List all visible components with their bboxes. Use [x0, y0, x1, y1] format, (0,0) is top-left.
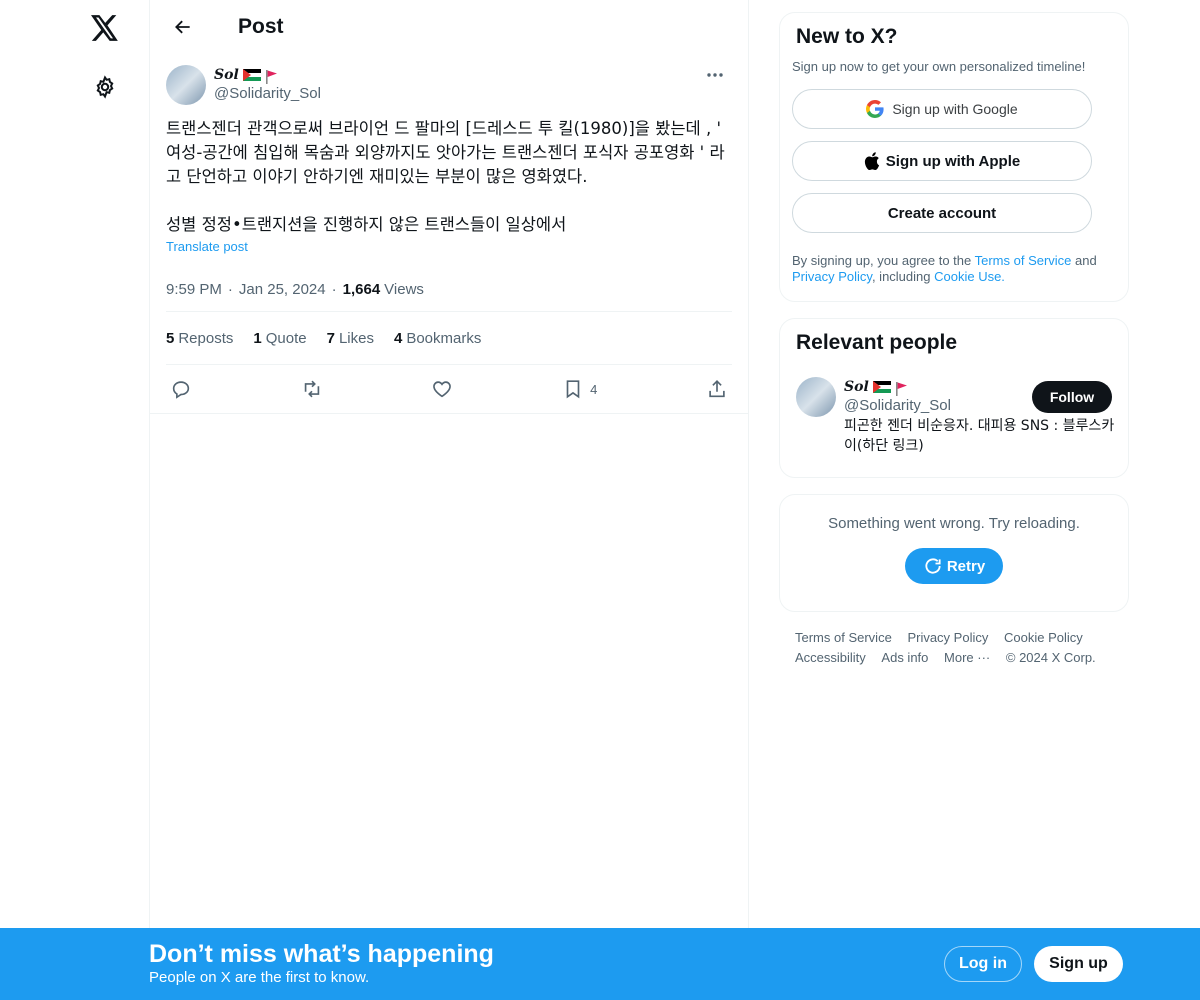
- login-button[interactable]: Log in: [944, 946, 1022, 982]
- post-paragraph-1: 트랜스젠더 관객으로써 브라이언 드 팔마의 [드레스드 투 킬(1980)]을…: [166, 119, 727, 186]
- signup-subtitle: Sign up now to get your own personalized…: [792, 59, 1086, 74]
- post-time[interactable]: 9:59 PM: [166, 281, 222, 298]
- signup-apple-button[interactable]: Sign up with Apple: [792, 141, 1092, 181]
- refresh-icon: [925, 558, 941, 574]
- x-logo-icon[interactable]: [87, 10, 123, 46]
- author-display-name[interactable]: Sol: [214, 65, 321, 85]
- divider: [150, 413, 748, 414]
- palestine-flag-icon: [872, 381, 891, 393]
- signup-google-button[interactable]: Sign up with Google: [792, 89, 1092, 129]
- share-button[interactable]: [706, 378, 728, 400]
- settings-gear-icon[interactable]: [87, 69, 123, 105]
- palestine-flag-icon: [242, 69, 261, 81]
- stat-count: 5: [166, 329, 175, 347]
- post-stats: 5 Reposts 1 Quote 7 Likes 4 Bookmarks: [166, 312, 732, 365]
- post-author-row: Sol @Solidarity_Sol: [166, 65, 732, 105]
- author-name-text: Sol: [214, 67, 239, 83]
- share-icon: [709, 380, 725, 398]
- translate-post-link[interactable]: Translate post: [166, 239, 732, 254]
- bookmark-count: 4: [590, 381, 598, 397]
- privacy-policy-link[interactable]: Privacy Policy: [792, 269, 872, 284]
- reply-icon: [172, 381, 190, 399]
- banner-title: Don’t miss what’s happening: [149, 940, 494, 968]
- avatar[interactable]: [796, 377, 836, 417]
- separator: ·: [227, 281, 233, 298]
- footer-terms-link[interactable]: Terms of Service: [795, 628, 892, 648]
- views-count: 1,664: [342, 281, 381, 298]
- bookmark-button[interactable]: 4: [562, 378, 597, 400]
- stat-count: 7: [326, 329, 335, 347]
- post: Sol @Solidarity_Sol 트랜스젠더 관객으로써 브라이언 드 팔…: [150, 53, 748, 413]
- reply-button[interactable]: [170, 378, 192, 400]
- cookie-use-link[interactable]: Cookie Use.: [934, 269, 1005, 284]
- person-name-text: Sol: [844, 379, 869, 395]
- trends-error-card: Something went wrong. Try reloading. Ret…: [779, 494, 1129, 612]
- separator: ·: [331, 281, 337, 298]
- post-meta: 9:59 PM · Jan 25, 2024 · 1,664 Views: [166, 268, 732, 312]
- terms-text: and: [1071, 253, 1097, 268]
- stat-label: Quote: [265, 329, 307, 347]
- stat-quotes[interactable]: 1 Quote: [253, 330, 306, 347]
- left-nav: [0, 0, 150, 1000]
- stat-label: Reposts: [178, 329, 234, 347]
- stat-label: Bookmarks: [406, 329, 482, 347]
- error-message: Something went wrong. Try reloading.: [828, 515, 1080, 532]
- create-account-button[interactable]: Create account: [792, 193, 1092, 233]
- stat-count: 4: [393, 329, 403, 347]
- post-date[interactable]: Jan 25, 2024: [239, 281, 326, 298]
- bookmark-icon: [566, 380, 580, 399]
- avatar[interactable]: [166, 65, 206, 105]
- red-flag-icon: [895, 381, 913, 396]
- stat-likes[interactable]: 7 Likes: [327, 330, 374, 347]
- post-actions: 4: [166, 365, 732, 413]
- signup-button[interactable]: Sign up: [1034, 946, 1123, 982]
- retry-button[interactable]: Retry: [905, 548, 1003, 584]
- footer-links: Terms of Service Privacy Policy Cookie P…: [795, 628, 1125, 668]
- signup-terms: By signing up, you agree to the Terms of…: [792, 253, 1112, 285]
- footer-cookie-link[interactable]: Cookie Policy: [1004, 628, 1083, 648]
- bottom-signup-banner: Don’t miss what’s happening People on X …: [0, 928, 1200, 1000]
- page-title: Post: [238, 14, 284, 38]
- views-label: Views: [384, 281, 424, 298]
- apple-button-label: Sign up with Apple: [885, 152, 1021, 170]
- stat-reposts[interactable]: 5 Reposts: [166, 330, 233, 347]
- repost-button[interactable]: [301, 378, 323, 400]
- footer-ads-info-link[interactable]: Ads info: [881, 648, 928, 668]
- stat-label: Likes: [338, 329, 374, 347]
- terms-text: , including: [871, 269, 935, 284]
- follow-button[interactable]: Follow: [1032, 381, 1112, 413]
- person-bio: 피곤한 젠더 비순응자. 대피용 SNS : 블루스카이(하단 링크): [844, 418, 1115, 454]
- back-arrow-icon[interactable]: [166, 10, 200, 44]
- footer-privacy-link[interactable]: Privacy Policy: [907, 628, 988, 648]
- apple-icon: [864, 152, 879, 170]
- signup-card: New to X? Sign up now to get your own pe…: [779, 12, 1129, 302]
- heart-icon: [433, 381, 452, 398]
- relevant-people-card: Relevant people Sol @Solidarity_Sol 피곤한 …: [779, 318, 1129, 478]
- post-paragraph-2: 성별 정정•트랜지션을 진행하지 않은 트랜스들이 일상에서: [166, 215, 567, 234]
- person-item[interactable]: Sol @Solidarity_Sol 피곤한 젠더 비순응자. 대피용 SNS…: [796, 377, 1114, 456]
- retry-label: Retry: [946, 557, 986, 575]
- footer-copyright: © 2024 X Corp.: [1005, 650, 1096, 665]
- google-button-label: Sign up with Google: [892, 101, 1018, 117]
- terms-text: By signing up, you agree to the: [792, 253, 975, 268]
- stat-count: 1: [253, 329, 262, 347]
- main-column: Post Sol @Solidarity_Sol 트랜스젠더 관객으로써 브라이…: [149, 0, 749, 930]
- post-text: 트랜스젠더 관객으로써 브라이언 드 팔마의 [드레스드 투 킬(1980)]을…: [166, 117, 732, 237]
- banner-subtitle: People on X are the first to know.: [149, 969, 370, 986]
- footer-more-link[interactable]: More ···: [944, 648, 990, 668]
- footer-accessibility-link[interactable]: Accessibility: [795, 648, 866, 668]
- author-handle[interactable]: @Solidarity_Sol: [214, 85, 321, 102]
- terms-of-service-link[interactable]: Terms of Service: [975, 253, 1072, 268]
- red-flag-icon: [265, 69, 283, 84]
- top-bar: Post: [150, 0, 748, 53]
- relevant-people-title: Relevant people: [796, 331, 958, 354]
- signup-title: New to X?: [796, 25, 898, 48]
- more-options-icon[interactable]: [700, 65, 730, 85]
- stat-bookmarks[interactable]: 4 Bookmarks: [394, 330, 481, 347]
- google-icon: [866, 100, 884, 118]
- like-button[interactable]: [431, 378, 453, 400]
- repost-icon: [304, 380, 319, 398]
